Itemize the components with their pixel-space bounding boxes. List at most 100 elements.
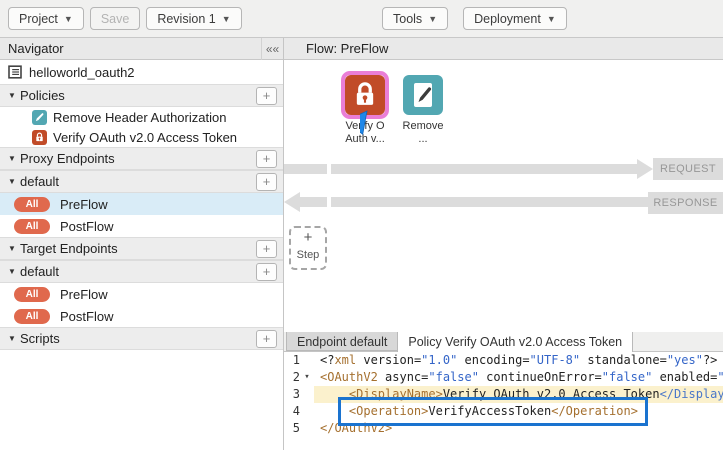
deployment-menu-label: Deployment bbox=[474, 12, 541, 26]
proxy-postflow-label: PostFlow bbox=[60, 219, 113, 234]
editor-tab-bar: Endpoint default Policy Verify OAuth v2.… bbox=[284, 332, 723, 352]
proxy-endpoints-section-label: Proxy Endpoints bbox=[20, 151, 256, 166]
fold-marker-icon bbox=[300, 403, 314, 420]
all-badge: All bbox=[14, 219, 50, 234]
policies-section-label: Policies bbox=[20, 88, 256, 103]
proxy-preflow-label: PreFlow bbox=[60, 197, 108, 212]
add-policy-button[interactable]: + bbox=[256, 87, 277, 105]
pencil-icon bbox=[411, 81, 435, 109]
sidebar-item-target-postflow[interactable]: All PostFlow bbox=[0, 305, 283, 327]
code-text: <Operation>VerifyAccessToken</Operation> bbox=[314, 403, 723, 420]
sidebar-section-target-default[interactable]: ▼ default + bbox=[0, 260, 283, 283]
lock-icon bbox=[32, 130, 47, 145]
code-line[interactable]: 4 <Operation>VerifyAccessToken</Operatio… bbox=[284, 403, 723, 420]
chevron-down-icon: ▼ bbox=[64, 14, 73, 24]
sidebar-item-verify-oauth-policy[interactable]: Verify OAuth v2.0 Access Token bbox=[0, 127, 283, 147]
add-proxy-endpoint-button[interactable]: + bbox=[256, 150, 277, 168]
fold-marker-icon bbox=[300, 420, 314, 437]
code-text: </OAuthV2> bbox=[314, 420, 723, 437]
disclosure-triangle-icon[interactable]: ▼ bbox=[8, 334, 20, 343]
sidebar-section-proxy-endpoints[interactable]: ▼ Proxy Endpoints + bbox=[0, 147, 283, 170]
response-lane-label: RESPONSE bbox=[648, 192, 723, 214]
scripts-section-label: Scripts bbox=[20, 331, 256, 346]
add-proxy-flow-button[interactable]: + bbox=[256, 173, 277, 191]
chevron-down-icon: ▼ bbox=[428, 14, 437, 24]
code-line[interactable]: 5 </OAuthV2> bbox=[284, 420, 723, 437]
chevron-down-icon: ▼ bbox=[222, 14, 231, 24]
navigator-header: Navigator «« bbox=[0, 38, 283, 60]
target-default-label: default bbox=[20, 264, 256, 279]
toolbar-right-group: Tools ▼ Deployment ▼ bbox=[382, 7, 573, 30]
tools-menu-button[interactable]: Tools ▼ bbox=[382, 7, 448, 30]
navigator-sidebar: Navigator «« helloworld_oauth2 ▼ Policie… bbox=[0, 38, 284, 450]
flow-panel-title: Flow: PreFlow bbox=[306, 41, 388, 56]
revision-menu-button[interactable]: Revision 1 ▼ bbox=[146, 7, 241, 30]
code-line[interactable]: 2▾<OAuthV2 async="false" continueOnError… bbox=[284, 369, 723, 386]
sidebar-item-proxy-preflow[interactable]: All PreFlow bbox=[0, 193, 283, 215]
code-text: <DisplayName>Verify OAuth v2.0 Access To… bbox=[314, 386, 723, 403]
fold-marker-icon bbox=[300, 352, 314, 369]
collapse-sidebar-icon[interactable]: «« bbox=[261, 38, 283, 60]
tools-menu-label: Tools bbox=[393, 12, 422, 26]
sidebar-section-target-endpoints[interactable]: ▼ Target Endpoints + bbox=[0, 237, 283, 260]
sidebar-item-target-preflow[interactable]: All PreFlow bbox=[0, 283, 283, 305]
request-lane-label: REQUEST bbox=[653, 158, 723, 180]
sidebar-item-remove-header-policy[interactable]: Remove Header Authorization bbox=[0, 107, 283, 127]
response-arrowhead-icon bbox=[284, 192, 300, 212]
flow-panel-header: Flow: PreFlow bbox=[284, 38, 723, 60]
fold-marker-icon[interactable]: ▾ bbox=[300, 369, 314, 386]
list-icon bbox=[8, 65, 22, 79]
pencil-icon bbox=[32, 110, 47, 125]
sidebar-section-policies[interactable]: ▼ Policies + bbox=[0, 84, 283, 107]
request-flow-line bbox=[284, 164, 327, 174]
top-toolbar: Project ▼ Save Revision 1 ▼ Tools ▼ Depl… bbox=[0, 0, 723, 38]
line-number: 4 bbox=[284, 403, 300, 420]
request-arrowhead-icon bbox=[637, 159, 653, 179]
code-line[interactable]: 1 <?xml version="1.0" encoding="UTF-8" st… bbox=[284, 352, 723, 369]
sidebar-item-proxy-file[interactable]: helloworld_oauth2 bbox=[0, 60, 283, 84]
navigator-title: Navigator bbox=[8, 41, 64, 56]
all-badge: All bbox=[14, 197, 50, 212]
target-endpoints-section-label: Target Endpoints bbox=[20, 241, 256, 256]
sidebar-section-scripts[interactable]: ▼ Scripts + bbox=[0, 327, 283, 350]
code-line[interactable]: 3 <DisplayName>Verify OAuth v2.0 Access … bbox=[284, 386, 723, 403]
remove-header-policy-label: Remove Header Authorization bbox=[53, 110, 226, 125]
proxy-file-name: helloworld_oauth2 bbox=[29, 65, 135, 80]
project-menu-label: Project bbox=[19, 12, 58, 26]
deployment-menu-button[interactable]: Deployment ▼ bbox=[463, 7, 567, 30]
project-menu-button[interactable]: Project ▼ bbox=[8, 7, 84, 30]
all-badge: All bbox=[14, 309, 50, 324]
tab-endpoint-default[interactable]: Endpoint default bbox=[286, 331, 397, 351]
save-button[interactable]: Save bbox=[90, 7, 141, 30]
line-number: 2 bbox=[284, 369, 300, 386]
disclosure-triangle-icon[interactable]: ▼ bbox=[8, 244, 20, 253]
code-lines: 1 <?xml version="1.0" encoding="UTF-8" st… bbox=[284, 352, 723, 437]
plus-icon: + bbox=[291, 228, 325, 248]
add-script-button[interactable]: + bbox=[256, 330, 277, 348]
all-badge: All bbox=[14, 287, 50, 302]
line-number: 1 bbox=[284, 352, 300, 369]
line-number: 3 bbox=[284, 386, 300, 403]
code-editor[interactable]: 1 <?xml version="1.0" encoding="UTF-8" st… bbox=[284, 352, 723, 450]
disclosure-triangle-icon[interactable]: ▼ bbox=[8, 177, 20, 186]
verify-oauth-policy-label: Verify OAuth v2.0 Access Token bbox=[53, 130, 237, 145]
disclosure-triangle-icon[interactable]: ▼ bbox=[8, 154, 20, 163]
target-preflow-label: PreFlow bbox=[60, 287, 108, 302]
tab-policy-verify-oauth[interactable]: Policy Verify OAuth v2.0 Access Token bbox=[397, 331, 633, 352]
proxy-default-label: default bbox=[20, 174, 256, 189]
disclosure-triangle-icon[interactable]: ▼ bbox=[8, 91, 20, 100]
response-flow-line bbox=[331, 197, 648, 207]
flow-canvas: Verify O Auth v... Remove ... REQUEST RE… bbox=[284, 60, 723, 332]
line-number: 5 bbox=[284, 420, 300, 437]
add-target-flow-button[interactable]: + bbox=[256, 263, 277, 281]
remove-header-policy-node[interactable] bbox=[403, 75, 443, 115]
target-postflow-label: PostFlow bbox=[60, 309, 113, 324]
sidebar-section-proxy-default[interactable]: ▼ default + bbox=[0, 170, 283, 193]
sidebar-item-proxy-postflow[interactable]: All PostFlow bbox=[0, 215, 283, 237]
add-step-button[interactable]: + Step bbox=[289, 226, 327, 270]
pointer-arrow-annotation bbox=[360, 108, 406, 170]
add-target-endpoint-button[interactable]: + bbox=[256, 240, 277, 258]
chevron-down-icon: ▼ bbox=[547, 14, 556, 24]
disclosure-triangle-icon[interactable]: ▼ bbox=[8, 267, 20, 276]
code-text: <?xml version="1.0" encoding="UTF-8" sta… bbox=[314, 352, 723, 369]
